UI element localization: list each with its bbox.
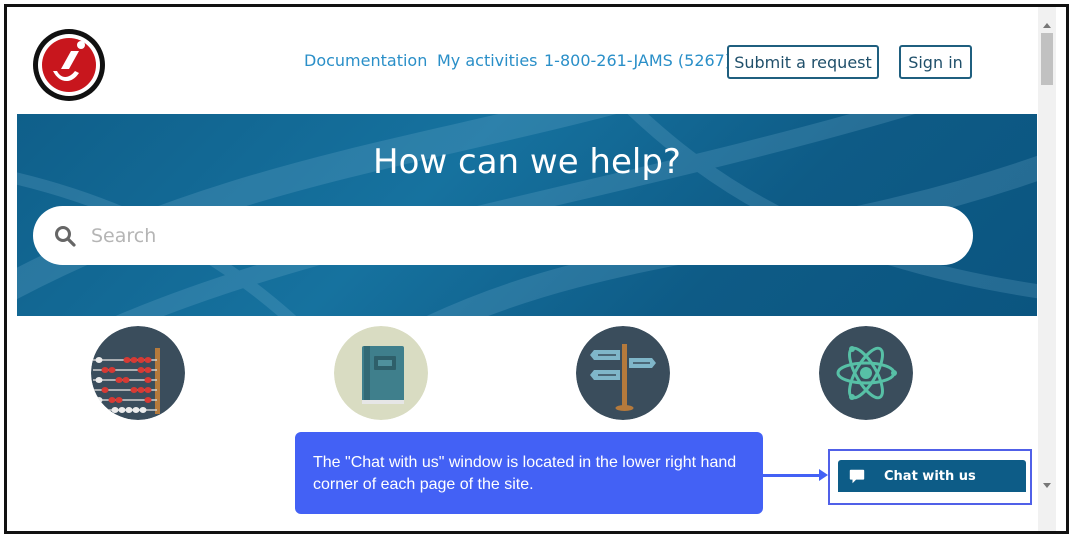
browser-viewport: Documentation My activities 1-800-261-JA… xyxy=(7,7,1038,531)
annotation-arrow xyxy=(763,474,823,477)
search-input[interactable] xyxy=(89,218,953,254)
scroll-up-arrow-icon[interactable] xyxy=(1043,23,1051,28)
atom-icon xyxy=(819,326,913,420)
submit-request-button[interactable]: Submit a request xyxy=(727,45,879,79)
signpost-icon xyxy=(576,326,670,420)
hero-title: How can we help? xyxy=(373,142,681,182)
scroll-down-arrow-icon[interactable] xyxy=(1043,483,1051,488)
abacus-icon xyxy=(91,326,185,420)
sign-in-button[interactable]: Sign in xyxy=(899,45,972,79)
jams-logo[interactable] xyxy=(31,27,107,103)
nav-link-documentation[interactable]: Documentation xyxy=(304,51,427,70)
annotation-callout: The "Chat with us" window is located in … xyxy=(295,432,763,514)
chat-label: Chat with us xyxy=(884,468,976,484)
annotation-arrow-head xyxy=(819,469,828,481)
search-box[interactable] xyxy=(33,206,973,265)
category-book[interactable] xyxy=(334,326,428,420)
vertical-scrollbar[interactable] xyxy=(1038,7,1056,531)
nav-link-my-activities[interactable]: My activities xyxy=(437,51,538,70)
chat-with-us-button[interactable]: Chat with us xyxy=(838,460,1026,492)
category-signpost[interactable] xyxy=(576,326,670,420)
chat-bubble-icon xyxy=(842,460,872,492)
screenshot-frame: Documentation My activities 1-800-261-JA… xyxy=(4,4,1069,534)
hero-banner: How can we help? xyxy=(17,114,1037,316)
search-icon xyxy=(55,226,76,247)
book-icon xyxy=(334,326,428,420)
category-atom[interactable] xyxy=(819,326,913,420)
nav-link-phone[interactable]: 1-800-261-JAMS (5267) xyxy=(544,51,731,70)
scrollbar-thumb[interactable] xyxy=(1041,33,1053,85)
category-abacus[interactable] xyxy=(91,326,185,420)
